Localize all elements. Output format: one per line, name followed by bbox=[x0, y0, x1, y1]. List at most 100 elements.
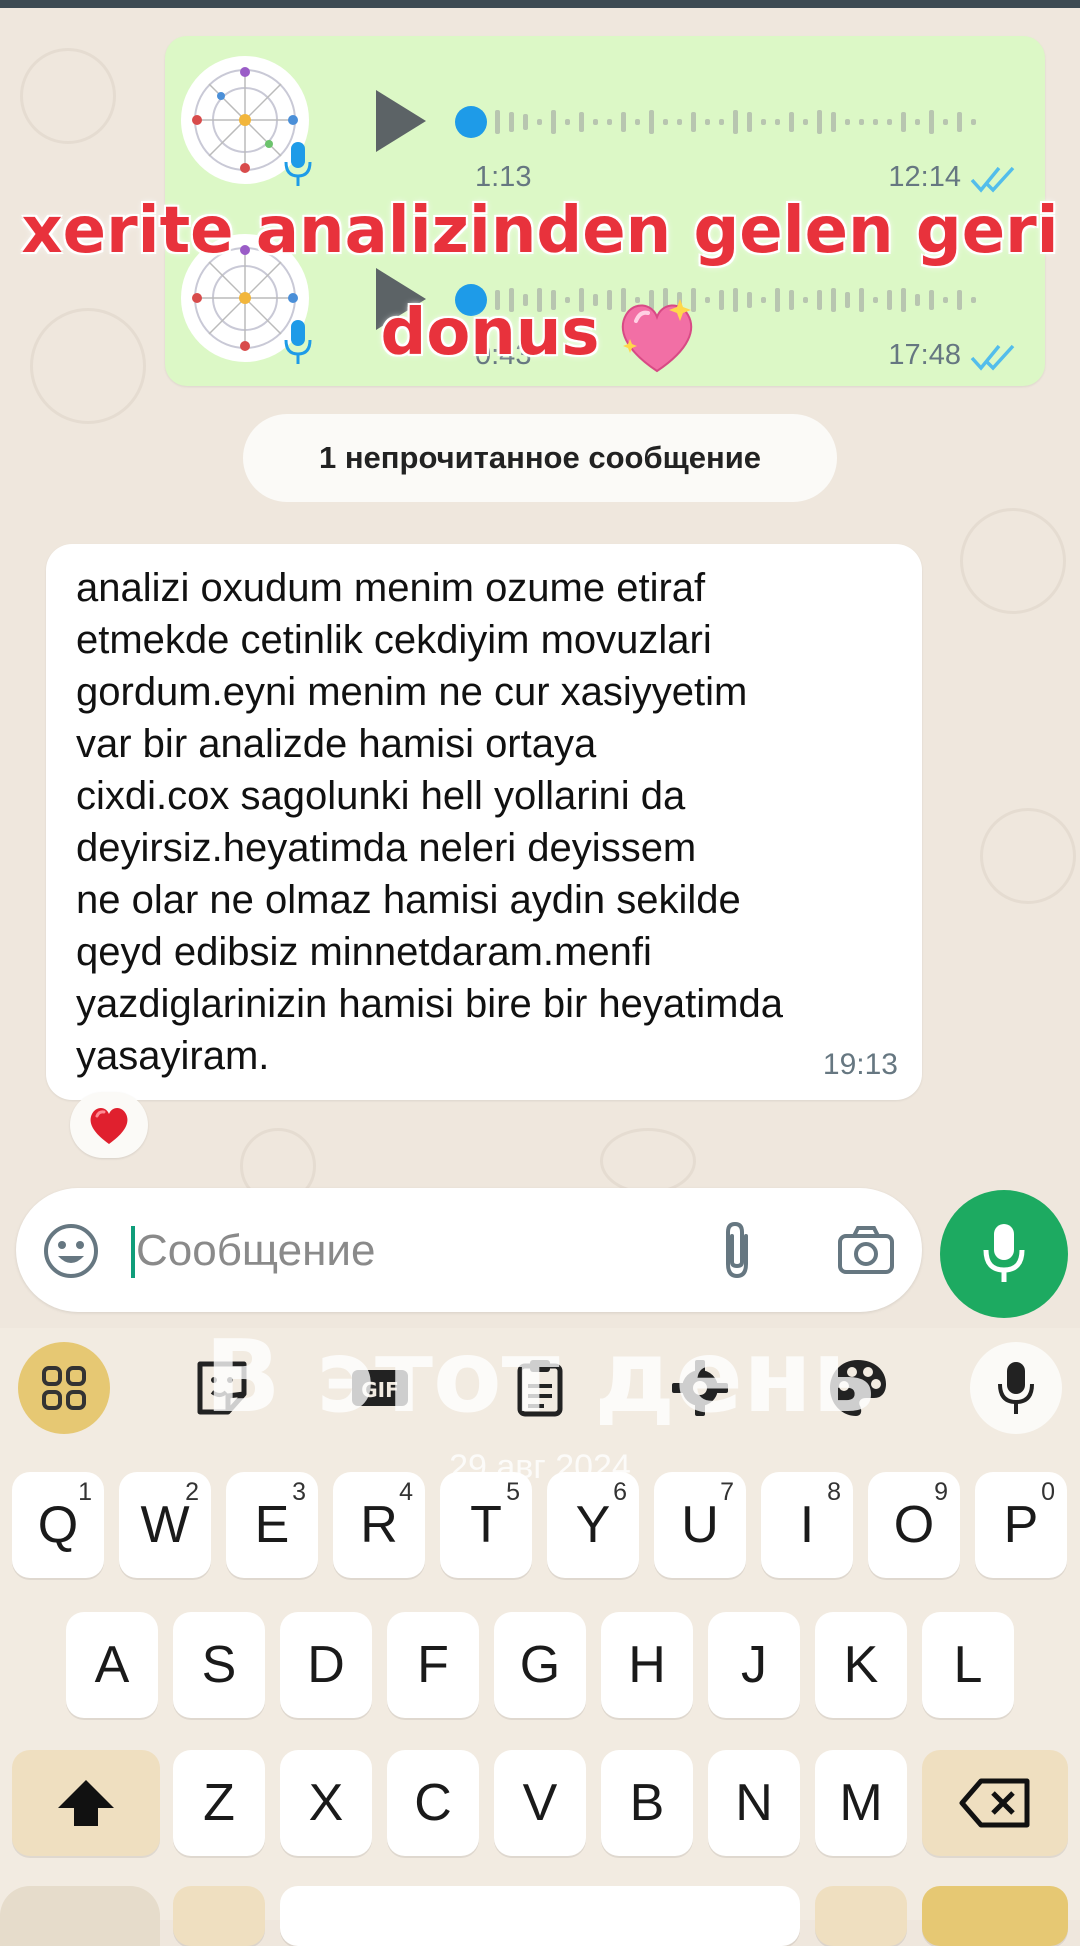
key-h[interactable]: H bbox=[601, 1612, 693, 1718]
message-time: 19:13 bbox=[822, 1048, 898, 1081]
key-p[interactable]: P0 bbox=[975, 1472, 1067, 1578]
overlay-caption: xerite analizinden gelen geri donus bbox=[0, 180, 1080, 384]
message-line: deyirsiz.heyatimda neleri deyissem bbox=[76, 826, 697, 870]
key-hint: 2 bbox=[185, 1478, 199, 1506]
message-line: etmekde cetinlik cekdiyim movuzlari bbox=[76, 618, 712, 662]
key-label: R bbox=[360, 1496, 398, 1554]
camera-icon[interactable] bbox=[836, 1224, 896, 1276]
space-key[interactable] bbox=[280, 1886, 800, 1946]
shift-key[interactable] bbox=[12, 1750, 160, 1856]
key-label: I bbox=[799, 1496, 815, 1554]
key-b[interactable]: B bbox=[601, 1750, 693, 1856]
key-k[interactable]: K bbox=[815, 1612, 907, 1718]
unread-label: 1 непрочитанное сообщение bbox=[318, 440, 762, 475]
message-line: cixdi.cox sagolunki hell yollarini da bbox=[76, 774, 686, 818]
key-y[interactable]: Y6 bbox=[547, 1472, 639, 1578]
key-label: K bbox=[843, 1636, 879, 1694]
message-line: yazdiglarinizin hamisi bire bir heyatimd… bbox=[76, 982, 783, 1026]
message-line: gordum.eyni menim ne cur xasiyyetim bbox=[76, 670, 748, 714]
key-hint: 6 bbox=[613, 1478, 627, 1506]
sparkling-heart-icon bbox=[621, 299, 692, 373]
key-hint: 9 bbox=[934, 1478, 948, 1506]
key-hint: 7 bbox=[720, 1478, 734, 1506]
key-hint: 4 bbox=[399, 1478, 413, 1506]
key-label: V bbox=[522, 1774, 558, 1832]
key-n[interactable]: N bbox=[708, 1750, 800, 1856]
key-w[interactable]: W2 bbox=[119, 1472, 211, 1578]
gif-icon[interactable]: GIF bbox=[348, 1356, 412, 1420]
key-label: P bbox=[1003, 1496, 1039, 1554]
message-input[interactable] bbox=[134, 1218, 698, 1284]
voice-record-button[interactable] bbox=[940, 1190, 1068, 1318]
palette-icon[interactable] bbox=[826, 1356, 890, 1420]
key-m[interactable]: M bbox=[815, 1750, 907, 1856]
key-hint: 3 bbox=[292, 1478, 306, 1506]
key-v[interactable]: V bbox=[494, 1750, 586, 1856]
key-o[interactable]: O9 bbox=[868, 1472, 960, 1578]
key-f[interactable]: F bbox=[387, 1612, 479, 1718]
key-q[interactable]: Q1 bbox=[12, 1472, 104, 1578]
key-label: M bbox=[839, 1774, 883, 1832]
paperclip-icon[interactable] bbox=[716, 1218, 758, 1282]
enter-key[interactable] bbox=[922, 1886, 1068, 1946]
key-label: S bbox=[201, 1636, 237, 1694]
backspace-key[interactable] bbox=[922, 1750, 1068, 1856]
key-label: L bbox=[953, 1636, 983, 1694]
key-z[interactable]: Z bbox=[173, 1750, 265, 1856]
svg-text:GIF: GIF bbox=[361, 1378, 399, 1402]
key-label: N bbox=[735, 1774, 773, 1832]
key-label: G bbox=[519, 1636, 561, 1694]
key-s[interactable]: S bbox=[173, 1612, 265, 1718]
key-label: W bbox=[140, 1496, 190, 1554]
key-j[interactable]: J bbox=[708, 1612, 800, 1718]
key-d[interactable]: D bbox=[280, 1612, 372, 1718]
key-e[interactable]: E3 bbox=[226, 1472, 318, 1578]
key-label: H bbox=[628, 1636, 666, 1694]
keyboard-voice-button[interactable] bbox=[970, 1342, 1062, 1434]
message-line: var bir analizde hamisi ortaya bbox=[76, 722, 597, 766]
key-label: E bbox=[254, 1496, 290, 1554]
key-label: U bbox=[681, 1496, 719, 1554]
key-label: C bbox=[414, 1774, 452, 1832]
key-r[interactable]: R4 bbox=[333, 1472, 425, 1578]
message-line: analizi oxudum menim ozume etiraf bbox=[76, 566, 706, 610]
red-heart-icon bbox=[90, 1108, 128, 1144]
shift-arrow-icon bbox=[58, 1780, 114, 1826]
caption-line-2: donus bbox=[380, 296, 600, 370]
key-x[interactable]: X bbox=[280, 1750, 372, 1856]
settings-gear-icon[interactable] bbox=[668, 1356, 732, 1420]
key-label: T bbox=[470, 1496, 502, 1554]
message-composer bbox=[16, 1188, 922, 1312]
symbols-key[interactable] bbox=[0, 1886, 160, 1946]
key-label: B bbox=[629, 1774, 665, 1832]
waveform[interactable] bbox=[455, 96, 995, 148]
unread-messages-banner: 1 непрочитанное сообщение bbox=[243, 414, 837, 502]
emoji-icon[interactable] bbox=[42, 1222, 100, 1280]
key-t[interactable]: T5 bbox=[440, 1472, 532, 1578]
key-g[interactable]: G bbox=[494, 1612, 586, 1718]
status-bar-edge bbox=[0, 0, 1080, 8]
key-l[interactable]: L bbox=[922, 1612, 1014, 1718]
period-key[interactable] bbox=[815, 1886, 907, 1946]
keyboard-toolbar: GIF bbox=[0, 1328, 1080, 1448]
play-icon[interactable] bbox=[370, 86, 430, 156]
key-label: Y bbox=[575, 1496, 611, 1554]
emoji-key[interactable] bbox=[173, 1886, 265, 1946]
key-c[interactable]: C bbox=[387, 1750, 479, 1856]
sticker-icon[interactable] bbox=[190, 1356, 254, 1420]
heart-reaction[interactable] bbox=[70, 1092, 148, 1158]
apps-grid-button[interactable] bbox=[18, 1342, 110, 1434]
caption-line-1: xerite analizinden gelen geri bbox=[21, 194, 1059, 268]
key-label: X bbox=[308, 1774, 344, 1832]
incoming-message-bubble[interactable]: analizi oxudum menim ozume etiraf etmekd… bbox=[46, 544, 922, 1100]
key-label: D bbox=[307, 1636, 345, 1694]
key-label: J bbox=[741, 1636, 767, 1694]
key-u[interactable]: U7 bbox=[654, 1472, 746, 1578]
key-label: O bbox=[893, 1496, 935, 1554]
key-a[interactable]: A bbox=[66, 1612, 158, 1718]
clipboard-icon[interactable] bbox=[508, 1356, 572, 1420]
key-hint: 5 bbox=[506, 1478, 520, 1506]
backspace-icon bbox=[959, 1778, 1030, 1828]
message-line: ne olar ne olmaz hamisi aydin sekilde bbox=[76, 878, 741, 922]
key-i[interactable]: I8 bbox=[761, 1472, 853, 1578]
